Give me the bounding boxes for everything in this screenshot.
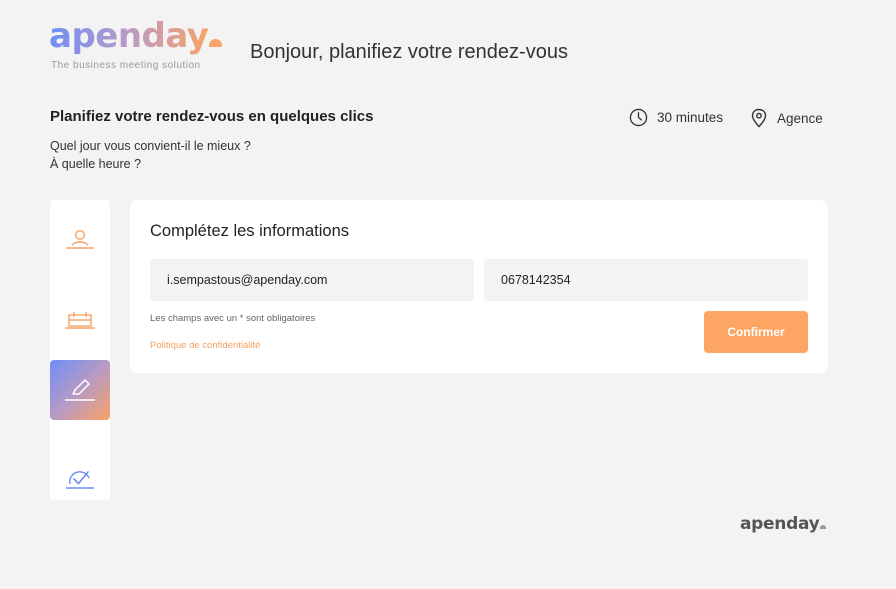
- steps-sidebar: [50, 200, 110, 500]
- map-pin-icon: [751, 108, 767, 128]
- confirm-button[interactable]: Confirmer: [704, 311, 808, 353]
- location-info: Agence: [750, 108, 823, 128]
- footer-logo-wordmark: apenday: [740, 514, 820, 534]
- step-confirm[interactable]: [50, 450, 110, 500]
- info-form-card: Complétez les informations Les champs av…: [130, 200, 828, 373]
- logo-tagline: The business meeting solution: [51, 60, 201, 71]
- logo[interactable]: apenday The business meeting solution: [49, 16, 223, 71]
- check-icon: [66, 471, 94, 489]
- footer-logo: apenday: [740, 514, 827, 534]
- page-title: Bonjour, planifiez votre rendez-vous: [250, 41, 568, 63]
- step-form-active[interactable]: [50, 360, 110, 420]
- form-title: Complétez les informations: [150, 222, 349, 240]
- question-time: À quelle heure ?: [50, 157, 142, 171]
- email-field[interactable]: [150, 259, 474, 301]
- logo-dot-icon: [209, 39, 223, 47]
- step-calendar[interactable]: [50, 290, 110, 350]
- footer-logo-dot-icon: [820, 525, 827, 529]
- intro-heading: Planifiez votre rendez-vous en quelques …: [50, 108, 374, 125]
- step-user[interactable]: [50, 210, 110, 270]
- page: apenday The business meeting solution Bo…: [0, 0, 896, 589]
- calendar-icon: [65, 312, 95, 329]
- pencil-icon: [65, 379, 95, 401]
- question-day: Quel jour vous convient-il le mieux ?: [50, 139, 251, 153]
- clock-icon: [629, 108, 648, 127]
- phone-field[interactable]: [484, 259, 808, 301]
- user-icon: [66, 229, 94, 249]
- privacy-policy-link[interactable]: Politique de confidentialité: [150, 340, 260, 351]
- duration-info: 30 minutes: [629, 108, 723, 127]
- required-fields-note: Les champs avec un * sont obligatoires: [150, 313, 316, 324]
- location-label: Agence: [777, 110, 823, 126]
- duration-label: 30 minutes: [657, 110, 724, 125]
- logo-wordmark: apenday: [49, 16, 209, 56]
